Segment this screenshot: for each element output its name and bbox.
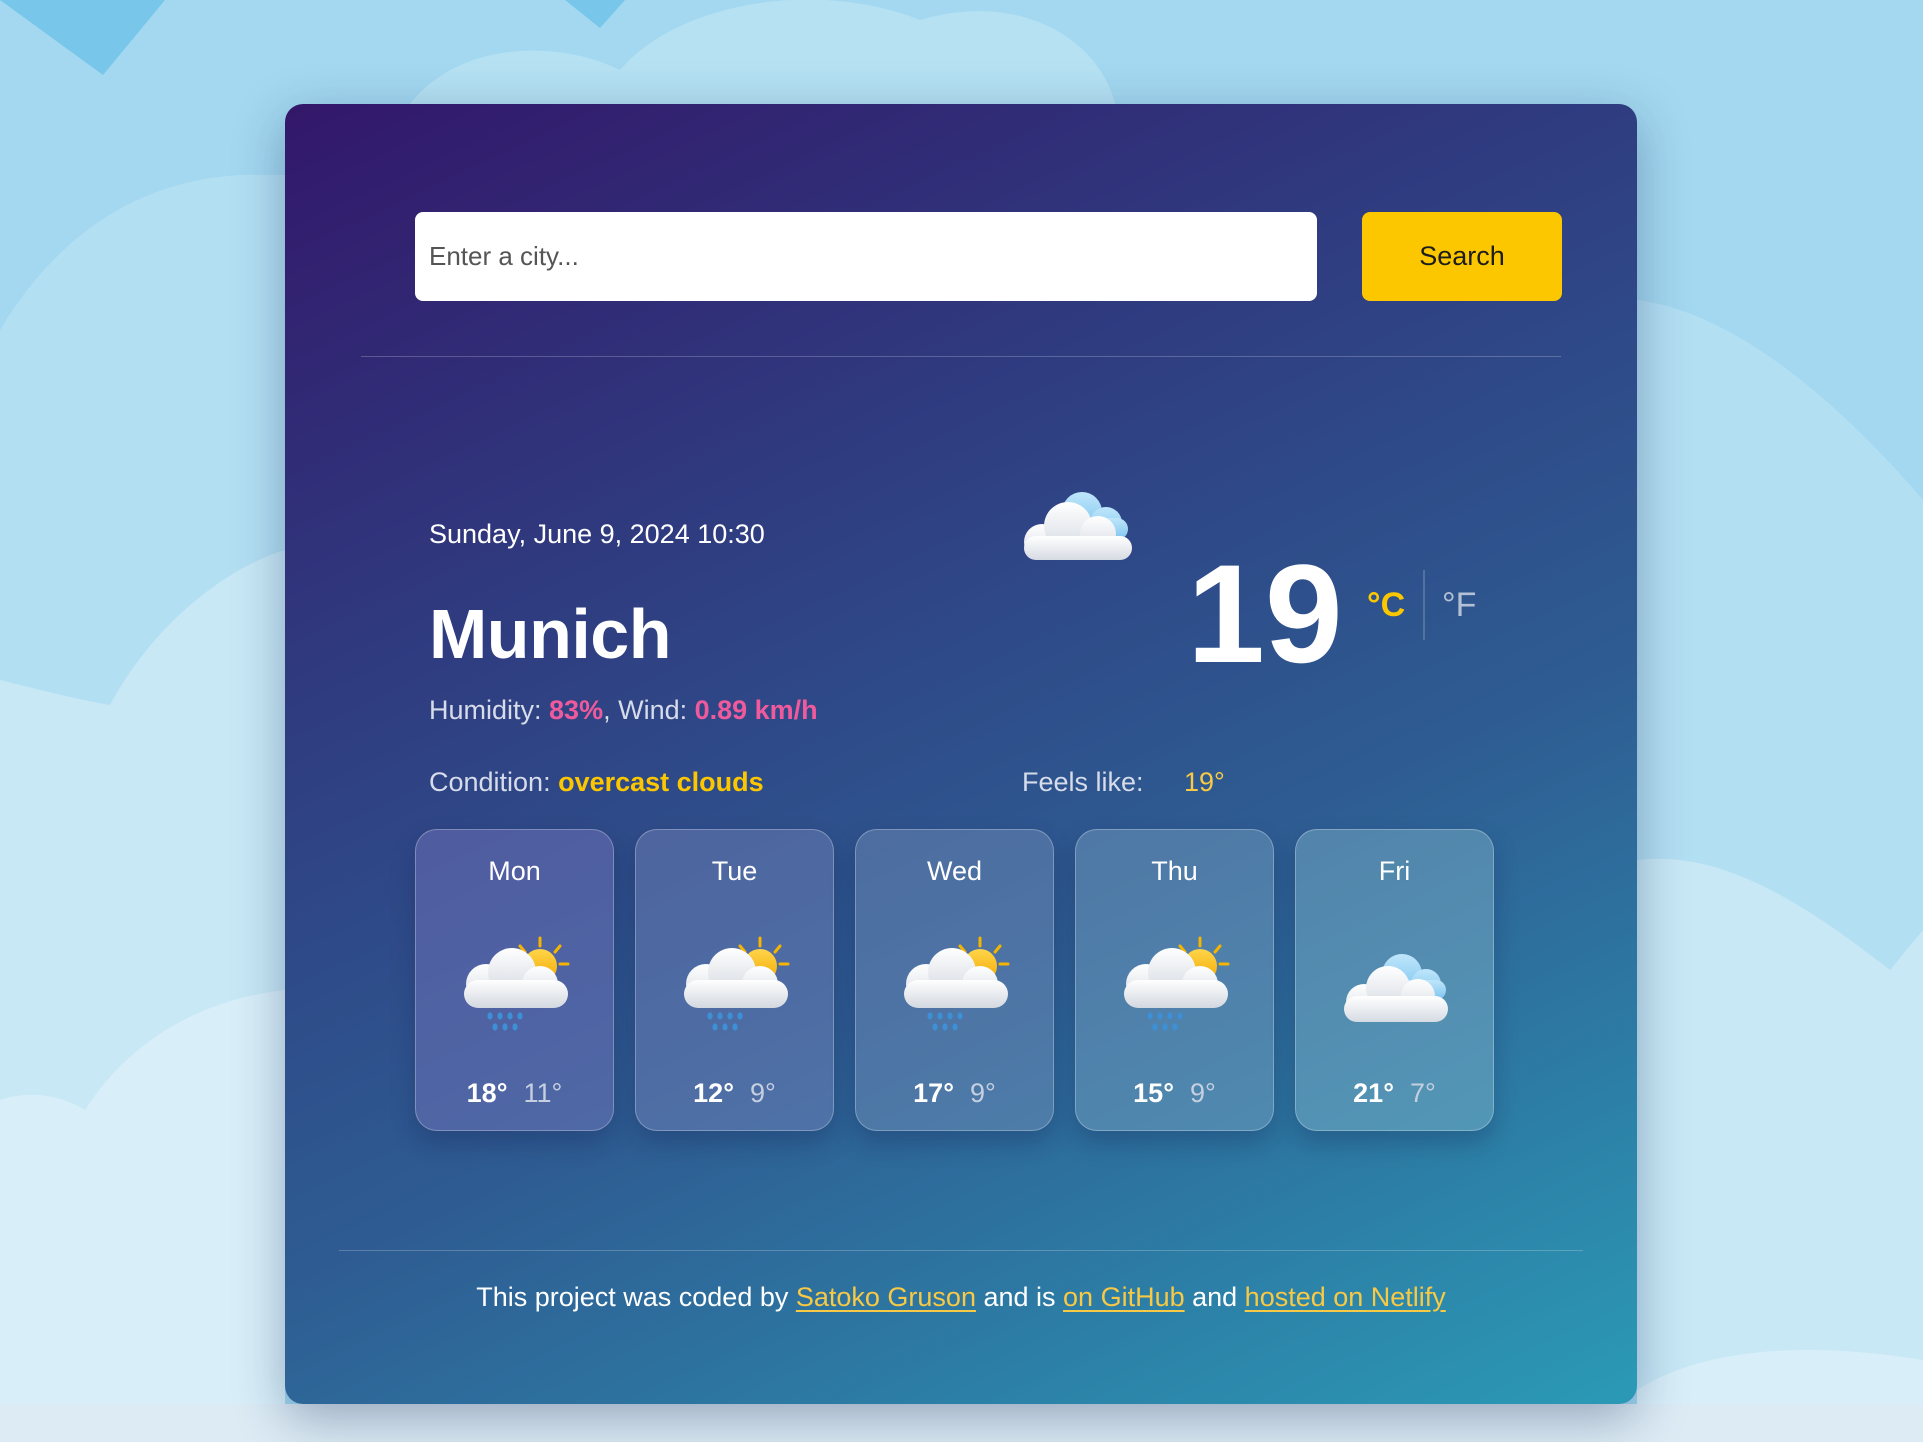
forecast-day-card: Fri 21° 7°	[1295, 829, 1494, 1131]
forecast-day-card: Mon 18° 11°	[415, 829, 614, 1131]
header-divider	[361, 356, 1561, 357]
humidity-value: 83%	[549, 695, 604, 725]
forecast-temperatures: 17° 9°	[856, 1078, 1053, 1109]
current-datetime: Sunday, June 9, 2024 10:30	[429, 519, 765, 549]
forecast-day-name: Mon	[488, 856, 541, 886]
footer-middle: and is	[975, 1282, 1064, 1312]
sun-cloud-rain-icon	[900, 936, 1012, 1040]
city-name: Munich	[429, 595, 671, 673]
forecast-max-temp: 21°	[1353, 1078, 1394, 1108]
wind-label: , Wind:	[603, 695, 695, 725]
city-search-input[interactable]	[415, 212, 1317, 301]
footer-and: and	[1184, 1282, 1245, 1312]
forecast-day-name: Tue	[711, 856, 758, 886]
humidity-wind-line: Humidity: 83%, Wind: 0.89 km/h	[429, 695, 818, 726]
forecast-max-temp: 17°	[913, 1078, 954, 1108]
condition-value: overcast clouds	[558, 767, 764, 797]
sun-cloud-rain-icon	[460, 936, 572, 1040]
search-button[interactable]: Search	[1362, 212, 1562, 301]
wind-value: 0.89 km/h	[694, 695, 818, 725]
forecast-temperatures: 18° 11°	[416, 1078, 613, 1109]
cloud-icon	[1024, 492, 1132, 560]
forecast-min-temp: 9°	[1190, 1078, 1216, 1108]
forecast-day-name: Fri	[1378, 856, 1411, 886]
feels-like-value: 19°	[1184, 767, 1225, 797]
cloud-icon	[1340, 936, 1452, 1040]
current-temperature: 19	[1187, 535, 1343, 692]
forecast-day-card: Wed 17° 9°	[855, 829, 1054, 1131]
netlify-link[interactable]: hosted on Netlify	[1245, 1282, 1446, 1312]
condition-line: Condition: overcast clouds	[429, 767, 764, 798]
forecast-temperatures: 12° 9°	[636, 1078, 833, 1109]
forecast-min-temp: 7°	[1410, 1078, 1436, 1108]
forecast-min-temp: 9°	[970, 1078, 996, 1108]
celsius-unit-link[interactable]: °C	[1367, 586, 1405, 625]
forecast-day-card: Thu 15° 9°	[1075, 829, 1274, 1131]
footer-divider	[339, 1250, 1583, 1251]
sun-cloud-rain-icon	[680, 936, 792, 1040]
author-link[interactable]: Satoko Gruson	[796, 1282, 976, 1312]
feels-like-label: Feels like:	[1022, 767, 1144, 797]
forecast-max-temp: 12°	[693, 1078, 734, 1108]
footer-prefix: This project was coded by	[476, 1282, 796, 1312]
footer: This project was coded by Satoko Gruson …	[285, 1282, 1637, 1313]
forecast-day-card: Tue 12° 9°	[635, 829, 834, 1131]
search-form: Search	[415, 212, 1562, 301]
fahrenheit-unit-link[interactable]: °F	[1442, 586, 1476, 625]
forecast-day-name: Wed	[926, 856, 983, 886]
condition-label: Condition:	[429, 767, 559, 797]
sun-cloud-rain-icon	[1120, 936, 1232, 1040]
forecast-temperatures: 21° 7°	[1296, 1078, 1493, 1109]
unit-separator	[1423, 570, 1425, 640]
humidity-label: Humidity:	[429, 695, 550, 725]
forecast-max-temp: 15°	[1133, 1078, 1174, 1108]
github-link[interactable]: on GitHub	[1063, 1282, 1185, 1312]
forecast-min-temp: 9°	[750, 1078, 776, 1108]
forecast-day-name: Thu	[1151, 856, 1198, 886]
forecast-max-temp: 18°	[466, 1078, 508, 1108]
forecast-temperatures: 15° 9°	[1076, 1078, 1273, 1109]
weather-app-card: Search Sunday, June 9, 2024 10:30 Munich…	[285, 104, 1637, 1404]
forecast-min-temp: 11°	[523, 1078, 563, 1108]
